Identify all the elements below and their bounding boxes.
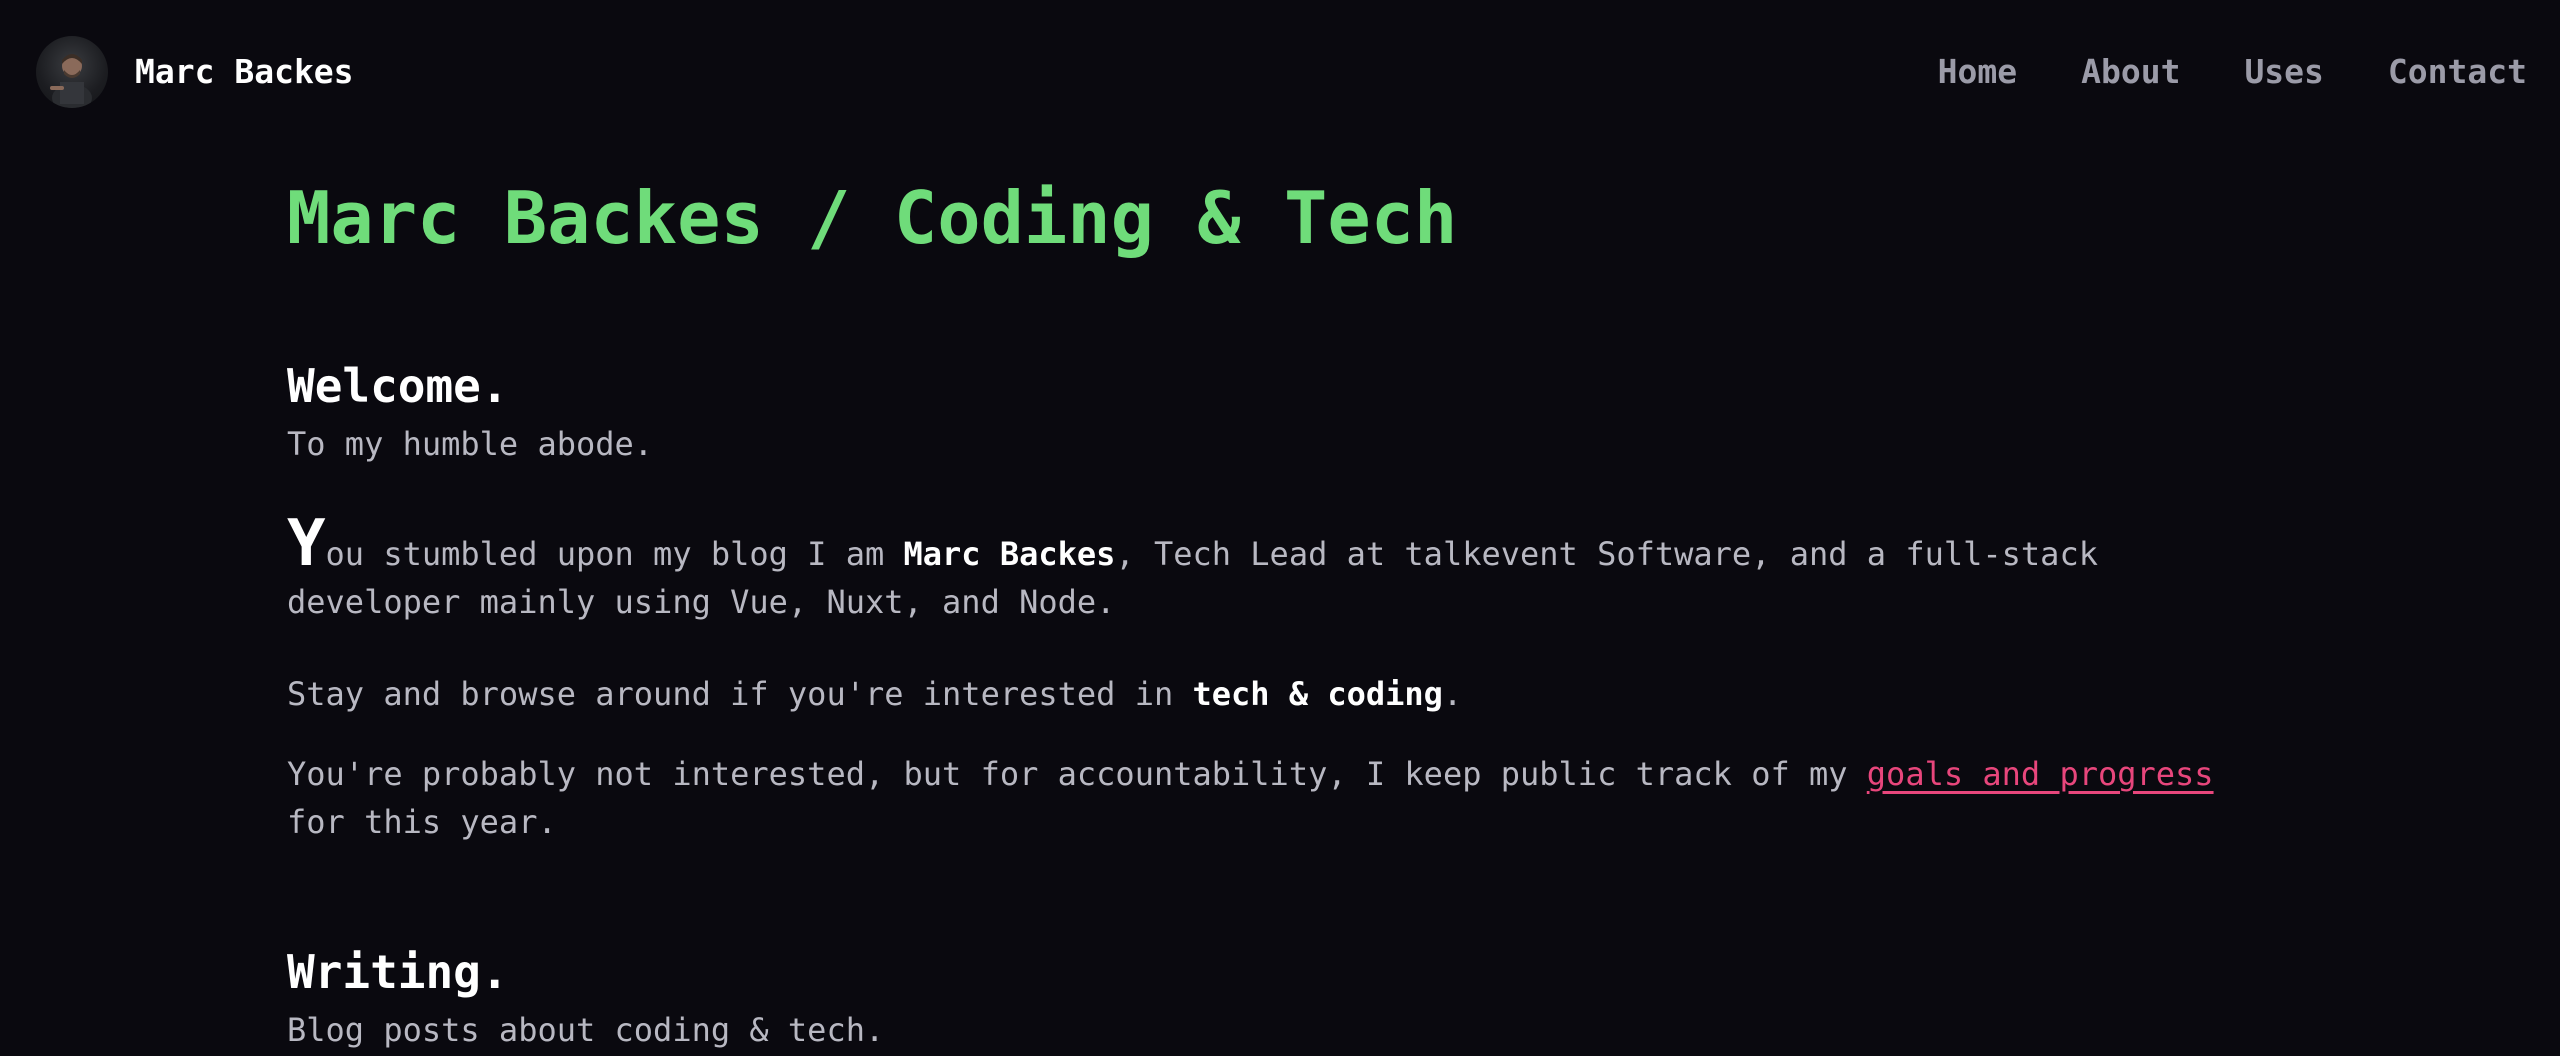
intro-paragraph: You stumbled upon my blog I am Marc Back… xyxy=(287,512,2247,626)
browse-text-start: Stay and browse around if you're interes… xyxy=(287,675,1193,713)
nav-uses[interactable]: Uses xyxy=(2244,50,2323,94)
welcome-heading: Welcome. xyxy=(287,359,509,413)
welcome-subtitle: To my humble abode. xyxy=(287,425,654,463)
nav-contact[interactable]: Contact xyxy=(2388,50,2527,94)
brand-name-link[interactable]: Marc Backes xyxy=(135,50,354,94)
writing-subtitle: Blog posts about coding & tech. xyxy=(287,1011,885,1049)
browse-text-end: . xyxy=(1442,675,1463,713)
browse-paragraph: Stay and browse around if you're interes… xyxy=(287,670,2247,718)
avatar[interactable] xyxy=(36,36,108,108)
nav-home[interactable]: Home xyxy=(1938,50,2017,94)
nav-about[interactable]: About xyxy=(2081,50,2180,94)
goals-paragraph: You're probably not interested, but for … xyxy=(287,750,2247,846)
intro-text-start: ou stumbled upon my blog I am xyxy=(325,535,904,573)
browse-emphasis: tech & coding xyxy=(1192,675,1443,713)
main-nav: Home About Uses Contact xyxy=(1874,50,2527,94)
goals-text-start: You're probably not interested, but for … xyxy=(287,755,1867,793)
intro-name: Marc Backes xyxy=(903,535,1116,573)
site-header: Marc Backes Home About Uses Contact xyxy=(0,0,2560,144)
writing-heading: Writing. xyxy=(287,945,509,999)
intro-dropcap: Y xyxy=(287,507,326,581)
avatar-photo-icon xyxy=(50,54,92,108)
goals-text-end: for this year. xyxy=(287,803,557,841)
page-title: Marc Backes / Coding & Tech xyxy=(287,176,1458,260)
goals-progress-link[interactable]: goals and progress xyxy=(1867,755,2214,793)
